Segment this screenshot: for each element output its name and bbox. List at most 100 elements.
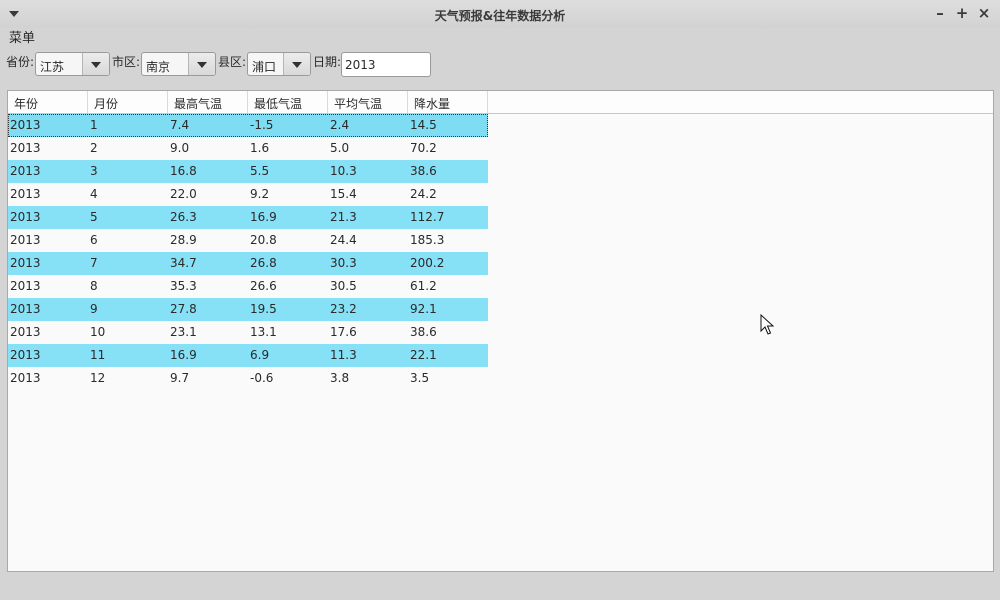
menu-item-main[interactable]: 菜单 — [9, 27, 35, 46]
table-cell: 6 — [90, 233, 98, 247]
table-cell: 2013 — [10, 164, 41, 178]
table-cell: -0.6 — [250, 371, 274, 385]
table-cell: 7 — [90, 256, 98, 270]
table-cell: 28.9 — [170, 233, 197, 247]
table-row[interactable]: 2013 6 28.9 20.8 24.4 185.3 — [8, 229, 488, 252]
table-cell: 16.9 — [170, 348, 197, 362]
province-value: 江苏 — [40, 60, 65, 74]
table-cell: 9.2 — [250, 187, 270, 201]
dropdown-button[interactable] — [82, 53, 109, 75]
table-cell: 34.7 — [170, 256, 197, 270]
table-cell: 2013 — [10, 118, 41, 132]
table-cell: 2013 — [10, 325, 41, 339]
table-cell: 38.6 — [410, 164, 437, 178]
table-cell: 24.4 — [330, 233, 357, 247]
table-cell: 13.1 — [250, 325, 277, 339]
weather-table: 年份 月份 最高气温 最低气温 平均气温 降水量 2013 1 7.4 -1.5 2.4… — [7, 90, 994, 572]
table-cell: 4 — [90, 187, 98, 201]
window-title: 天气预报&往年数据分析 — [434, 9, 566, 23]
table-row[interactable]: 2013 2 9.0 1.6 5.0 70.2 — [8, 137, 488, 160]
table-cell: 10 — [90, 325, 106, 339]
column-header-max-temp[interactable]: 最高气温 — [168, 91, 248, 113]
table-cell: 15.4 — [330, 187, 357, 201]
table-cell: 3.5 — [410, 371, 430, 385]
table-cell: 200.2 — [410, 256, 445, 270]
table-cell: 23.2 — [330, 302, 357, 316]
column-header-year[interactable]: 年份 — [8, 91, 88, 113]
table-cell: 2013 — [10, 141, 41, 155]
chevron-down-icon — [91, 62, 101, 68]
table-cell: 3 — [90, 164, 98, 178]
table-row[interactable]: 2013 5 26.3 16.9 21.3 112.7 — [8, 206, 488, 229]
table-cell: 5 — [90, 210, 98, 224]
city-label: 市区: — [112, 55, 141, 69]
table-cell: 185.3 — [410, 233, 445, 247]
table-cell: 2013 — [10, 256, 41, 270]
table-cell: 35.3 — [170, 279, 197, 293]
table-cell: 30.3 — [330, 256, 357, 270]
table-cell: 9 — [90, 302, 98, 316]
table-row[interactable]: 2013 3 16.8 5.5 10.3 38.6 — [8, 160, 488, 183]
table-cell: 16.8 — [170, 164, 197, 178]
table-cell: 8 — [90, 279, 98, 293]
minimize-icon[interactable]: – — [930, 4, 950, 22]
dropdown-button[interactable] — [188, 53, 215, 75]
table-cell: 16.9 — [250, 210, 277, 224]
column-header-month[interactable]: 月份 — [88, 91, 168, 113]
table-cell: 10.3 — [330, 164, 357, 178]
table-cell: 70.2 — [410, 141, 437, 155]
county-select[interactable]: 浦口 — [247, 52, 311, 76]
table-row[interactable]: 2013 7 34.7 26.8 30.3 200.2 — [8, 252, 488, 275]
table-cell: 20.8 — [250, 233, 277, 247]
table-row[interactable]: 2013 8 35.3 26.6 30.5 61.2 — [8, 275, 488, 298]
table-cell: 2013 — [10, 187, 41, 201]
dropdown-button[interactable] — [283, 53, 310, 75]
table-row[interactable]: 2013 9 27.8 19.5 23.2 92.1 — [8, 298, 488, 321]
table-cell: 19.5 — [250, 302, 277, 316]
maximize-icon[interactable]: + — [952, 4, 972, 22]
table-row[interactable]: 2013 4 22.0 9.2 15.4 24.2 — [8, 183, 488, 206]
chevron-down-icon — [197, 62, 207, 68]
table-cell: 1.6 — [250, 141, 270, 155]
table-cell: 22.0 — [170, 187, 197, 201]
county-label: 县区: — [218, 55, 247, 69]
table-cell: 2013 — [10, 210, 41, 224]
column-header-min-temp[interactable]: 最低气温 — [248, 91, 328, 113]
table-cell: 2013 — [10, 371, 41, 385]
mouse-cursor-icon — [760, 314, 775, 335]
table-row[interactable]: 2013 11 16.9 6.9 11.3 22.1 — [8, 344, 488, 367]
table-cell: 17.6 — [330, 325, 357, 339]
table-cell: 23.1 — [170, 325, 197, 339]
table-cell: 14.5 — [410, 118, 437, 132]
table-cell: 26.3 — [170, 210, 197, 224]
date-field[interactable]: 2013 — [341, 52, 431, 77]
table-cell: 24.2 — [410, 187, 437, 201]
table-cell: 38.6 — [410, 325, 437, 339]
table-cell: 61.2 — [410, 279, 437, 293]
close-icon[interactable]: × — [974, 4, 994, 22]
table-cell: 5.5 — [250, 164, 270, 178]
table-row[interactable]: 2013 12 9.7 -0.6 3.8 3.5 — [8, 367, 488, 390]
table-row[interactable]: 2013 10 23.1 13.1 17.6 38.6 — [8, 321, 488, 344]
table-cell: 2 — [90, 141, 98, 155]
table-row[interactable]: 2013 1 7.4 -1.5 2.4 14.5 — [8, 114, 488, 137]
table-cell: 12 — [90, 371, 106, 385]
table-cell: 22.1 — [410, 348, 437, 362]
column-header-avg-temp[interactable]: 平均气温 — [328, 91, 408, 113]
city-select[interactable]: 南京 — [141, 52, 216, 76]
table-cell: 3.8 — [330, 371, 350, 385]
table-cell: 7.4 — [170, 118, 190, 132]
table-cell: 26.8 — [250, 256, 277, 270]
table-cell: 6.9 — [250, 348, 270, 362]
city-value: 南京 — [146, 60, 171, 74]
table-cell: 1 — [90, 118, 98, 132]
province-select[interactable]: 江苏 — [35, 52, 110, 76]
table-cell: 27.8 — [170, 302, 197, 316]
table-cell: 26.6 — [250, 279, 277, 293]
table-cell: 2013 — [10, 233, 41, 247]
table-cell: 30.5 — [330, 279, 357, 293]
column-header-precipitation[interactable]: 降水量 — [408, 91, 488, 113]
table-cell: 92.1 — [410, 302, 437, 316]
date-label: 日期: — [313, 55, 342, 69]
table-cell: 9.7 — [170, 371, 190, 385]
